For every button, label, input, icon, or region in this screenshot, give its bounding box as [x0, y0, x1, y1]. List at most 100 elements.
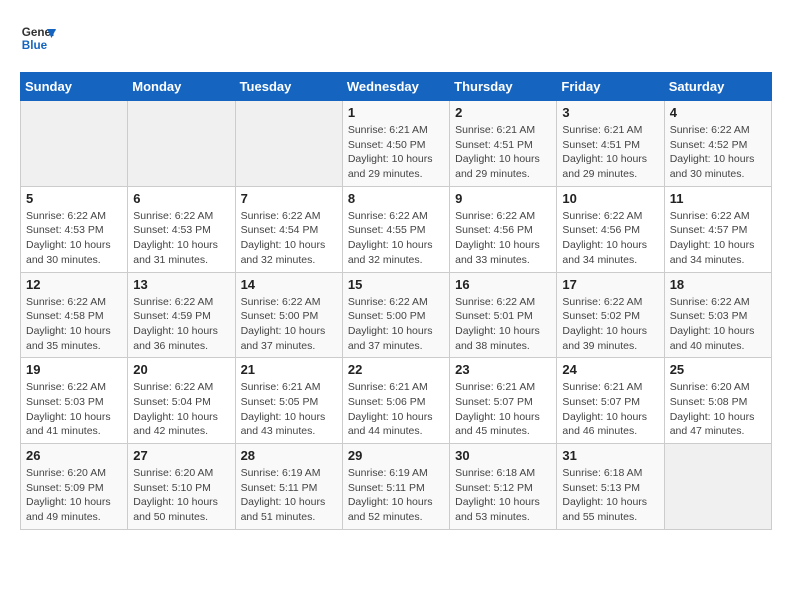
day-number: 11	[670, 191, 766, 206]
day-number: 17	[562, 277, 658, 292]
day-info: Sunrise: 6:20 AM Sunset: 5:09 PM Dayligh…	[26, 466, 122, 525]
day-info: Sunrise: 6:18 AM Sunset: 5:13 PM Dayligh…	[562, 466, 658, 525]
day-info: Sunrise: 6:22 AM Sunset: 5:04 PM Dayligh…	[133, 380, 229, 439]
day-cell: 30 Sunrise: 6:18 AM Sunset: 5:12 PM Dayli…	[450, 444, 557, 530]
day-info: Sunrise: 6:22 AM Sunset: 5:00 PM Dayligh…	[241, 295, 337, 354]
day-cell	[128, 101, 235, 187]
day-info: Sunrise: 6:21 AM Sunset: 5:06 PM Dayligh…	[348, 380, 444, 439]
day-info: Sunrise: 6:22 AM Sunset: 4:53 PM Dayligh…	[26, 209, 122, 268]
day-cell: 4Sunrise: 6:22 AM Sunset: 4:52 PM Daylig…	[664, 101, 771, 187]
day-number: 31	[562, 448, 658, 463]
day-info: Sunrise: 6:22 AM Sunset: 4:56 PM Dayligh…	[562, 209, 658, 268]
day-cell: 13 Sunrise: 6:22 AM Sunset: 4:59 PM Dayli…	[128, 272, 235, 358]
day-cell: 22 Sunrise: 6:21 AM Sunset: 5:06 PM Dayli…	[342, 358, 449, 444]
week-row-1: 1 Sunrise: 6:21 AM Sunset: 4:50 PM Daylig…	[21, 101, 772, 187]
day-cell: 8 Sunrise: 6:22 AM Sunset: 4:55 PM Daylig…	[342, 186, 449, 272]
day-info: Sunrise: 6:22 AM Sunset: 5:00 PM Dayligh…	[348, 295, 444, 354]
day-number: 25	[670, 362, 766, 377]
day-cell: 6 Sunrise: 6:22 AM Sunset: 4:53 PM Daylig…	[128, 186, 235, 272]
day-cell: 18 Sunrise: 6:22 AM Sunset: 5:03 PM Dayli…	[664, 272, 771, 358]
day-header-sunday: Sunday	[21, 73, 128, 101]
day-header-monday: Monday	[128, 73, 235, 101]
day-info: Sunrise: 6:21 AM Sunset: 4:50 PM Dayligh…	[348, 123, 444, 182]
day-info: Sunrise: 6:22 AM Sunset: 4:53 PM Dayligh…	[133, 209, 229, 268]
day-cell: 21Sunrise: 6:21 AM Sunset: 5:05 PM Dayli…	[235, 358, 342, 444]
day-number: 30	[455, 448, 551, 463]
day-cell: 15 Sunrise: 6:22 AM Sunset: 5:00 PM Dayli…	[342, 272, 449, 358]
day-info: Sunrise: 6:22 AM Sunset: 5:01 PM Dayligh…	[455, 295, 551, 354]
day-header-friday: Friday	[557, 73, 664, 101]
day-number: 2	[455, 105, 551, 120]
day-info: Sunrise: 6:22 AM Sunset: 4:55 PM Dayligh…	[348, 209, 444, 268]
day-info: Sunrise: 6:21 AM Sunset: 5:07 PM Dayligh…	[562, 380, 658, 439]
day-number: 15	[348, 277, 444, 292]
day-cell: 28Sunrise: 6:19 AM Sunset: 5:11 PM Dayli…	[235, 444, 342, 530]
day-cell: 9 Sunrise: 6:22 AM Sunset: 4:56 PM Daylig…	[450, 186, 557, 272]
logo: General Blue	[20, 20, 56, 56]
day-cell: 29 Sunrise: 6:19 AM Sunset: 5:11 PM Dayli…	[342, 444, 449, 530]
day-number: 26	[26, 448, 122, 463]
week-row-2: 5 Sunrise: 6:22 AM Sunset: 4:53 PM Daylig…	[21, 186, 772, 272]
week-row-4: 19Sunrise: 6:22 AM Sunset: 5:03 PM Dayli…	[21, 358, 772, 444]
day-number: 22	[348, 362, 444, 377]
week-row-3: 12Sunrise: 6:22 AM Sunset: 4:58 PM Dayli…	[21, 272, 772, 358]
day-info: Sunrise: 6:19 AM Sunset: 5:11 PM Dayligh…	[348, 466, 444, 525]
day-cell: 5 Sunrise: 6:22 AM Sunset: 4:53 PM Daylig…	[21, 186, 128, 272]
day-number: 20	[133, 362, 229, 377]
day-cell: 14 Sunrise: 6:22 AM Sunset: 5:00 PM Dayli…	[235, 272, 342, 358]
day-info: Sunrise: 6:21 AM Sunset: 5:07 PM Dayligh…	[455, 380, 551, 439]
day-number: 18	[670, 277, 766, 292]
day-cell: 17Sunrise: 6:22 AM Sunset: 5:02 PM Dayli…	[557, 272, 664, 358]
header: General Blue	[20, 20, 772, 56]
day-number: 1	[348, 105, 444, 120]
logo-icon: General Blue	[20, 20, 56, 56]
day-number: 14	[241, 277, 337, 292]
day-info: Sunrise: 6:21 AM Sunset: 5:05 PM Dayligh…	[241, 380, 337, 439]
day-cell: 1 Sunrise: 6:21 AM Sunset: 4:50 PM Daylig…	[342, 101, 449, 187]
day-cell: 10 Sunrise: 6:22 AM Sunset: 4:56 PM Dayli…	[557, 186, 664, 272]
day-cell: 7Sunrise: 6:22 AM Sunset: 4:54 PM Daylig…	[235, 186, 342, 272]
day-cell: 19Sunrise: 6:22 AM Sunset: 5:03 PM Dayli…	[21, 358, 128, 444]
day-number: 16	[455, 277, 551, 292]
day-info: Sunrise: 6:20 AM Sunset: 5:08 PM Dayligh…	[670, 380, 766, 439]
day-cell: 31 Sunrise: 6:18 AM Sunset: 5:13 PM Dayli…	[557, 444, 664, 530]
day-cell	[664, 444, 771, 530]
day-number: 7	[241, 191, 337, 206]
day-info: Sunrise: 6:21 AM Sunset: 4:51 PM Dayligh…	[562, 123, 658, 182]
day-number: 29	[348, 448, 444, 463]
day-info: Sunrise: 6:22 AM Sunset: 4:57 PM Dayligh…	[670, 209, 766, 268]
day-info: Sunrise: 6:22 AM Sunset: 5:03 PM Dayligh…	[670, 295, 766, 354]
day-header-thursday: Thursday	[450, 73, 557, 101]
day-number: 19	[26, 362, 122, 377]
day-number: 28	[241, 448, 337, 463]
day-cell: 25 Sunrise: 6:20 AM Sunset: 5:08 PM Dayli…	[664, 358, 771, 444]
day-cell	[235, 101, 342, 187]
day-number: 5	[26, 191, 122, 206]
day-cell: 24 Sunrise: 6:21 AM Sunset: 5:07 PM Dayli…	[557, 358, 664, 444]
day-number: 24	[562, 362, 658, 377]
day-header-saturday: Saturday	[664, 73, 771, 101]
day-number: 27	[133, 448, 229, 463]
day-info: Sunrise: 6:22 AM Sunset: 4:56 PM Dayligh…	[455, 209, 551, 268]
calendar-table: SundayMondayTuesdayWednesdayThursdayFrid…	[20, 72, 772, 530]
day-cell: 16 Sunrise: 6:22 AM Sunset: 5:01 PM Dayli…	[450, 272, 557, 358]
day-number: 10	[562, 191, 658, 206]
day-number: 4	[670, 105, 766, 120]
day-number: 12	[26, 277, 122, 292]
day-info: Sunrise: 6:18 AM Sunset: 5:12 PM Dayligh…	[455, 466, 551, 525]
day-number: 9	[455, 191, 551, 206]
day-cell: 11 Sunrise: 6:22 AM Sunset: 4:57 PM Dayli…	[664, 186, 771, 272]
day-info: Sunrise: 6:20 AM Sunset: 5:10 PM Dayligh…	[133, 466, 229, 525]
day-info: Sunrise: 6:21 AM Sunset: 4:51 PM Dayligh…	[455, 123, 551, 182]
day-cell: 2 Sunrise: 6:21 AM Sunset: 4:51 PM Daylig…	[450, 101, 557, 187]
day-info: Sunrise: 6:22 AM Sunset: 4:59 PM Dayligh…	[133, 295, 229, 354]
calendar-body: 1 Sunrise: 6:21 AM Sunset: 4:50 PM Daylig…	[21, 101, 772, 530]
day-number: 8	[348, 191, 444, 206]
day-header-tuesday: Tuesday	[235, 73, 342, 101]
day-number: 6	[133, 191, 229, 206]
day-cell: 27 Sunrise: 6:20 AM Sunset: 5:10 PM Dayli…	[128, 444, 235, 530]
day-number: 13	[133, 277, 229, 292]
day-number: 3	[562, 105, 658, 120]
day-number: 23	[455, 362, 551, 377]
day-cell: 20 Sunrise: 6:22 AM Sunset: 5:04 PM Dayli…	[128, 358, 235, 444]
